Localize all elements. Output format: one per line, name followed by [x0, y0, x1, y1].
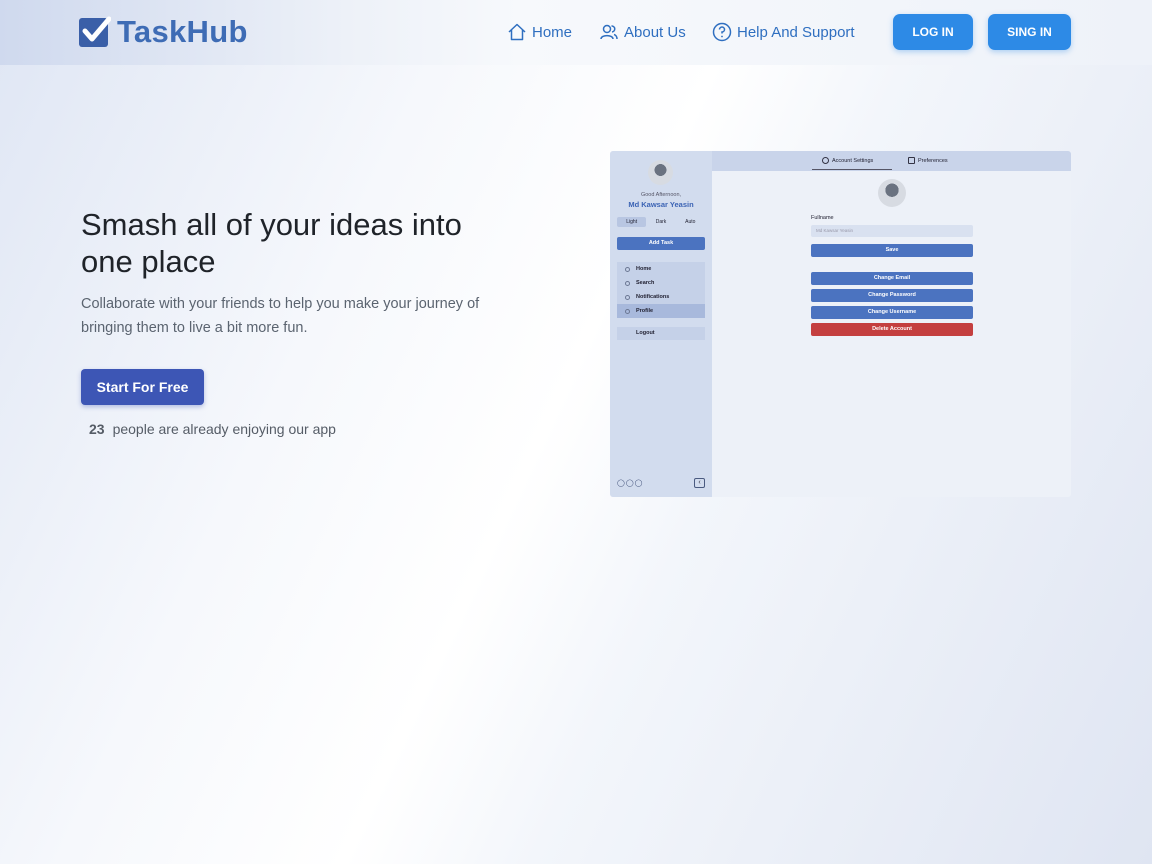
preview-change-email-button: Change Email [811, 272, 973, 285]
preview-menu-item: Search [617, 276, 705, 290]
nav-help-link[interactable]: Help And Support [712, 22, 855, 42]
preview-menu-item: Home [617, 262, 705, 276]
preview-sidebar: Good Afternoon, Md Kawsar Yeasin Light D… [610, 151, 712, 497]
preview-footer-icons: ◯◯◯ [617, 480, 644, 487]
preview-theme-dark: Dark [655, 219, 667, 225]
signin-button[interactable]: SING IN [988, 14, 1071, 50]
preview-fullname-input: Md Kawsar Yeasin [811, 225, 973, 237]
search-icon [625, 281, 630, 286]
preview-delete-account-button: Delete Account [811, 323, 973, 336]
hero-title: Smash all of your ideas into one place [81, 207, 462, 279]
preview-menu: Home Search Notifications Profile [617, 262, 705, 318]
preview-tab-preferences: Preferences [908, 157, 948, 164]
preview-tab-account: Account Settings [822, 157, 873, 164]
user-icon [625, 309, 630, 314]
preview-theme-auto: Auto [685, 219, 696, 225]
home-icon [508, 23, 526, 41]
preview-logout: Logout [617, 327, 705, 340]
checkbox-logo-icon [79, 16, 111, 47]
preview-main: Account Settings Preferences Fullname Md… [712, 151, 1071, 497]
brand-name: TaskHub [117, 14, 248, 49]
users-icon [600, 24, 618, 40]
login-button[interactable]: LOG IN [893, 14, 973, 50]
nav-about-label: About Us [624, 23, 686, 41]
nav-about-link[interactable]: About Us [599, 22, 686, 42]
user-count: 23 [89, 421, 105, 437]
preview-change-username-button: Change Username [811, 306, 973, 319]
nav-home-link[interactable]: Home [507, 22, 572, 42]
preview-change-password-button: Change Password [811, 289, 973, 302]
preview-menu-item: Notifications [617, 290, 705, 304]
app-preview-image: Good Afternoon, Md Kawsar Yeasin Light D… [610, 151, 1071, 497]
preview-user-name: Md Kawsar Yeasin [628, 200, 694, 209]
grid-icon [908, 157, 915, 164]
user-circle-icon [822, 157, 829, 164]
preview-save-button: Save [811, 244, 973, 257]
user-count-line: 23 people are already enjoying our app [89, 421, 336, 437]
bell-icon [625, 295, 630, 300]
preview-greeting: Good Afternoon, [640, 192, 682, 198]
user-count-text: people are already enjoying our app [112, 421, 336, 437]
preview-menu-item: Profile [617, 304, 705, 318]
preview-add-task: Add Task [617, 237, 705, 250]
avatar [878, 179, 906, 207]
preview-tab-underline [812, 169, 892, 170]
help-circle-icon [712, 22, 732, 42]
nav-help-label: Help And Support [737, 23, 855, 41]
preview-tabbar: Account Settings Preferences [712, 151, 1071, 171]
nav-home-label: Home [532, 23, 573, 41]
preview-theme-switch: Light Dark Auto [617, 217, 705, 227]
start-for-free-button[interactable]: Start For Free [81, 369, 204, 405]
preview-theme-light: Light [617, 217, 647, 227]
preview-fullname-label: Fullname [811, 215, 834, 221]
collapse-icon: ‹ [694, 478, 705, 488]
site-header: TaskHub Home About Us Help And Support L… [0, 0, 1152, 65]
avatar [648, 160, 673, 185]
hero-subtitle: Collaborate with your friends to help yo… [81, 296, 480, 336]
home-icon [625, 267, 630, 272]
brand-logo[interactable]: TaskHub [78, 15, 248, 48]
